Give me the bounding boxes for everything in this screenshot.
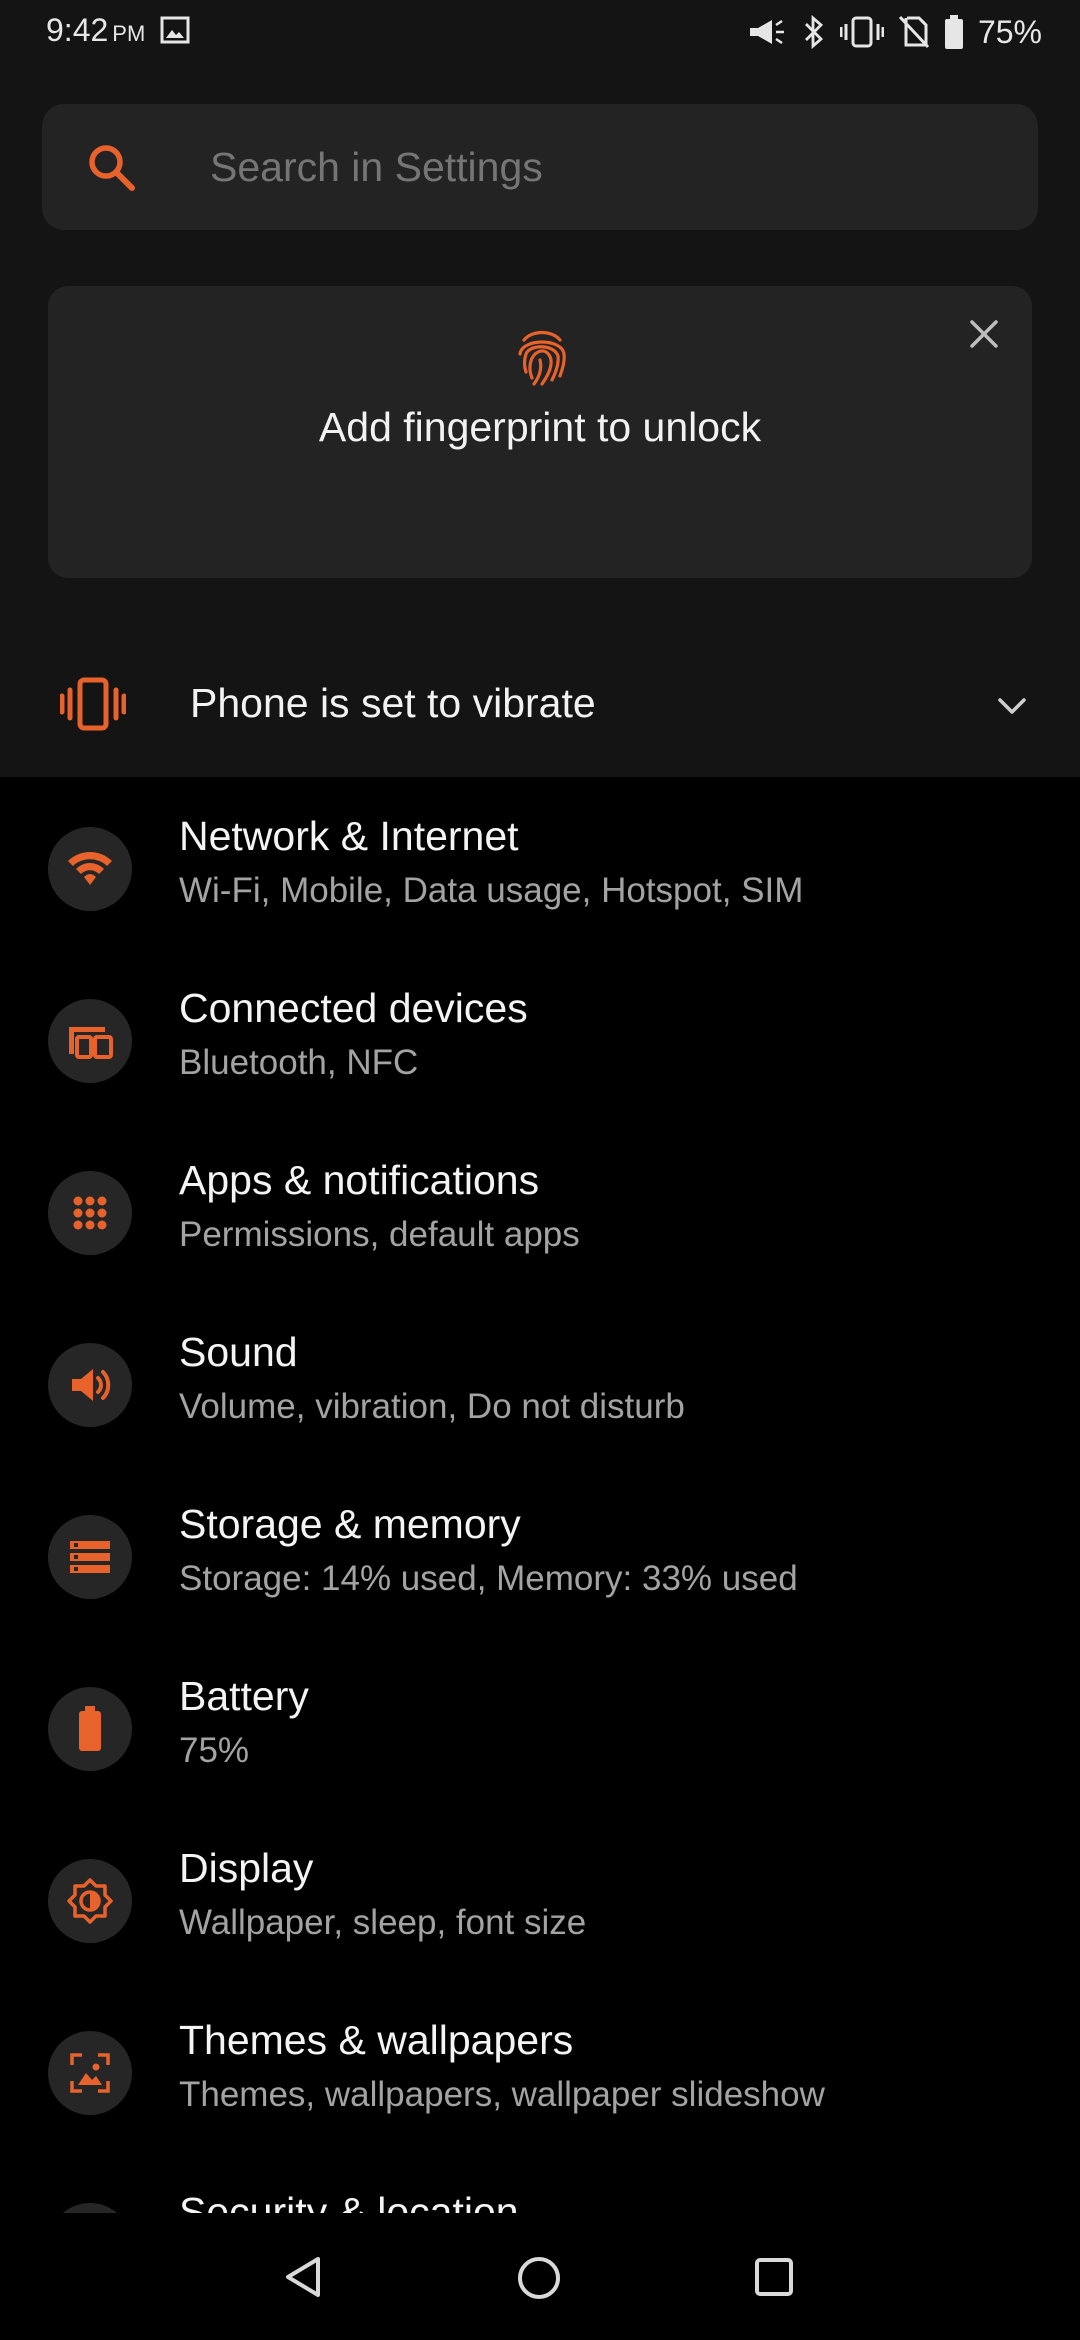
megaphone-icon xyxy=(749,19,784,45)
setting-icon-circle xyxy=(48,1859,132,1943)
setting-display[interactable]: Display Wallpaper, sleep, font size xyxy=(0,1809,1080,1981)
setting-icon-circle xyxy=(48,1343,132,1427)
setting-summary: Storage: 14% used, Memory: 33% used xyxy=(179,1559,798,1598)
fingerprint-suggestion-text: Add fingerprint to unlock xyxy=(318,404,762,450)
vibrate-condition-banner[interactable]: Phone is set to vibrate xyxy=(0,652,1080,756)
setting-title: Battery xyxy=(179,1673,309,1719)
setting-title: Sound xyxy=(179,1329,298,1375)
apps-grid-icon xyxy=(73,1196,107,1230)
fingerprint-icon xyxy=(518,330,566,386)
navigation-bar xyxy=(0,2213,1080,2340)
setting-themes-wallpapers[interactable]: Themes & wallpapers Themes, wallpapers, … xyxy=(0,1981,1080,2153)
status-time-value: 9:42 xyxy=(46,12,109,48)
setting-icon-circle xyxy=(48,2203,132,2213)
setting-title: Display xyxy=(179,1845,314,1891)
search-bar[interactable] xyxy=(42,104,1038,230)
search-input[interactable] xyxy=(210,104,990,230)
setting-icon-circle xyxy=(48,1515,132,1599)
recents-icon[interactable] xyxy=(754,2257,794,2297)
fingerprint-suggestion-card[interactable]: Add fingerprint to unlock xyxy=(48,286,1032,578)
home-icon[interactable] xyxy=(516,2255,562,2301)
setting-storage-memory[interactable]: Storage & memory Storage: 14% used, Memo… xyxy=(0,1465,1080,1637)
devices-icon xyxy=(69,1027,113,1059)
setting-summary: Volume, vibration, Do not disturb xyxy=(179,1387,685,1426)
status-bar: 9:42 PM 75% xyxy=(0,0,1080,64)
setting-summary: Permissions, default apps xyxy=(179,1215,580,1254)
status-time: 9:42 PM xyxy=(46,12,145,49)
setting-sound[interactable]: Sound Volume, vibration, Do not disturb xyxy=(0,1293,1080,1465)
speaker-icon xyxy=(72,1369,111,1401)
settings-list: Network & Internet Wi-Fi, Mobile, Data u… xyxy=(0,777,1080,2213)
setting-security-location[interactable]: Security & location xyxy=(0,2153,1080,2213)
status-time-ampm: PM xyxy=(112,21,146,46)
setting-connected-devices[interactable]: Connected devices Bluetooth, NFC xyxy=(0,949,1080,1121)
top-panel: 9:42 PM 75% Search in Settings Add finge… xyxy=(0,0,1080,777)
setting-network-internet[interactable]: Network & Internet Wi-Fi, Mobile, Data u… xyxy=(0,777,1080,949)
setting-icon-circle xyxy=(48,827,132,911)
setting-summary: Wi-Fi, Mobile, Data usage, Hotspot, SIM xyxy=(179,871,804,910)
setting-title: Security & location xyxy=(179,2189,519,2213)
setting-title: Network & Internet xyxy=(179,813,519,859)
bluetooth-icon xyxy=(804,15,824,49)
wallpaper-icon xyxy=(70,2053,110,2093)
setting-title: Storage & memory xyxy=(179,1501,521,1547)
wifi-icon xyxy=(68,852,112,885)
setting-summary: Bluetooth, NFC xyxy=(179,1043,419,1082)
setting-summary: 75% xyxy=(179,1731,250,1770)
vibrate-icon xyxy=(60,677,126,731)
setting-icon-circle xyxy=(48,1687,132,1771)
close-icon[interactable] xyxy=(964,314,1004,354)
setting-title: Apps & notifications xyxy=(179,1157,540,1203)
setting-summary: Themes, wallpapers, wallpaper slideshow xyxy=(179,2075,825,2114)
storage-icon xyxy=(70,1541,110,1573)
battery-percent: 75% xyxy=(977,13,1042,50)
battery-icon xyxy=(79,1706,101,1751)
setting-title: Themes & wallpapers xyxy=(179,2017,574,2063)
back-icon[interactable] xyxy=(282,2255,326,2299)
vibrate-banner-text: Phone is set to vibrate xyxy=(190,680,596,726)
no-sim-icon xyxy=(898,15,930,49)
setting-summary: Wallpaper, sleep, font size xyxy=(179,1903,587,1942)
gallery-icon xyxy=(160,16,190,44)
battery-icon xyxy=(944,15,963,49)
setting-battery[interactable]: Battery 75% xyxy=(0,1637,1080,1809)
setting-title: Connected devices xyxy=(179,985,528,1031)
vibrate-icon xyxy=(839,16,884,48)
status-icons: 75% xyxy=(748,12,1042,52)
setting-icon-circle xyxy=(48,1171,132,1255)
setting-icon-circle xyxy=(48,999,132,1083)
setting-apps-notifications[interactable]: Apps & notifications Permissions, defaul… xyxy=(0,1121,1080,1293)
brightness-icon xyxy=(67,1878,113,1924)
search-icon xyxy=(89,145,135,191)
setting-icon-circle xyxy=(48,2031,132,2115)
chevron-down-icon[interactable] xyxy=(994,688,1030,724)
